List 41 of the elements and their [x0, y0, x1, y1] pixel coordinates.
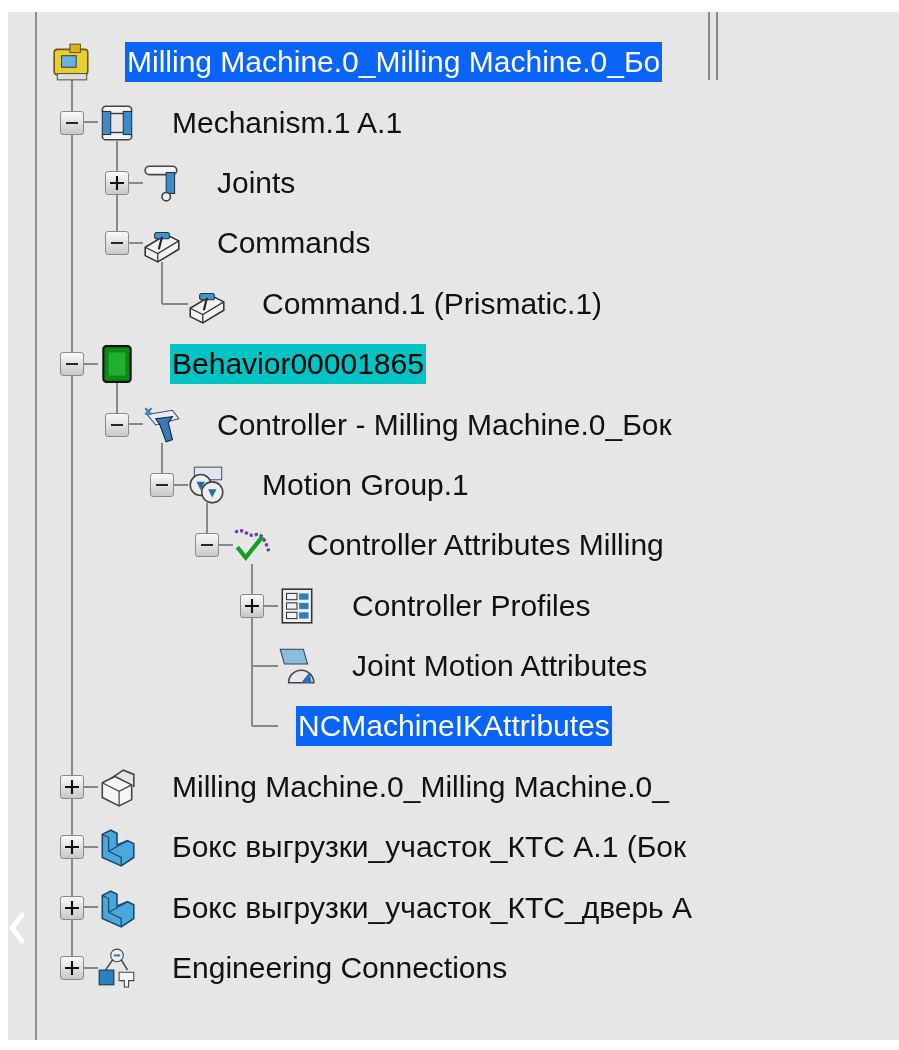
- collapse-button[interactable]: [105, 231, 129, 256]
- tree-item-label[interactable]: NCMachineIKAttributes: [296, 706, 612, 747]
- collapse-button[interactable]: [195, 533, 219, 558]
- tree-item-label[interactable]: Behavior00001865: [170, 344, 426, 385]
- tree-item-label[interactable]: Controller - Milling Machine.0_Бок: [215, 404, 674, 445]
- plus-icon: [110, 175, 124, 190]
- collapse-button[interactable]: [105, 412, 129, 437]
- tree-item-label[interactable]: Controller Attributes Milling: [305, 525, 666, 566]
- expand-button[interactable]: [240, 593, 264, 618]
- splitter-handle[interactable]: [708, 12, 718, 80]
- expand-button[interactable]: [60, 774, 84, 799]
- minus-icon: [111, 242, 123, 245]
- expand-button[interactable]: [105, 170, 129, 195]
- tree-item-label[interactable]: Command.1 (Prismatic.1): [260, 283, 605, 324]
- collapse-button[interactable]: [60, 110, 84, 135]
- tree-item-label[interactable]: Mechanism.1 A.1: [170, 102, 405, 143]
- minus-icon: [156, 483, 168, 486]
- tree-item-label[interactable]: Бокс выгрузки_участок_КТС А.1 (Бок: [170, 827, 689, 868]
- plus-icon: [245, 598, 259, 613]
- collapse-button[interactable]: [150, 472, 174, 497]
- tree-item-label[interactable]: Joints: [215, 162, 298, 203]
- minus-icon: [66, 363, 78, 366]
- tree-item-label[interactable]: Joint Motion Attributes: [350, 646, 650, 687]
- tree-item-label[interactable]: Бокс выгрузки_участок_КТС_дверь А: [170, 887, 695, 928]
- plus-icon: [65, 779, 79, 794]
- minus-icon: [201, 544, 213, 547]
- expand-button[interactable]: [60, 835, 84, 860]
- plus-icon: [65, 840, 79, 855]
- minus-icon: [111, 423, 123, 426]
- plus-icon: [65, 961, 79, 976]
- tree-item-label[interactable]: Milling Machine.0_Milling Machine.0_: [170, 766, 671, 807]
- collapse-button[interactable]: [60, 352, 84, 377]
- expand-button[interactable]: [60, 956, 84, 981]
- tree-item-label[interactable]: Controller Profiles: [350, 585, 593, 626]
- tree-item-label[interactable]: Motion Group.1: [260, 464, 471, 505]
- tree-item-label[interactable]: Commands: [215, 223, 373, 264]
- minus-icon: [66, 121, 78, 124]
- tree-item-label[interactable]: Milling Machine.0_Milling Machine.0_Бо: [125, 42, 663, 83]
- plus-icon: [65, 900, 79, 915]
- expand-button[interactable]: [60, 895, 84, 920]
- tree-item-label[interactable]: Engineering Connections: [170, 948, 510, 989]
